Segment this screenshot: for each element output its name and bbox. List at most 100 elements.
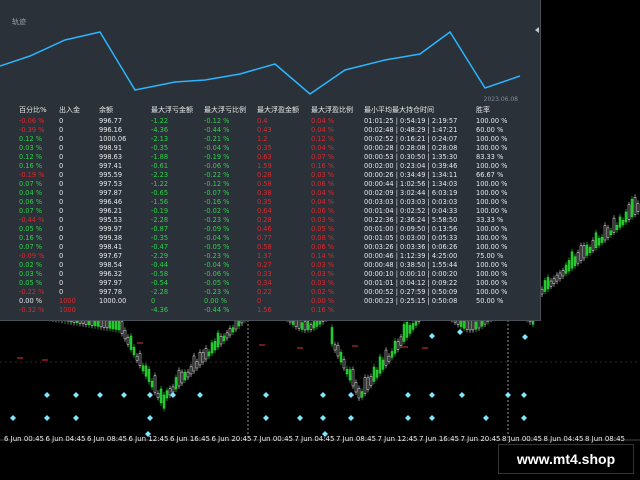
table-row: 0.12 % 0 998.63 -1.88 -0.19 % 0.63 0.07 % 00:00… (0, 153, 540, 162)
signal-diamond-icon (348, 415, 354, 421)
table-row: -0.09 % 0 997.67 -2.29 -0.23 % 1.37 0.14 % 00:0… (0, 252, 540, 261)
table-cell: 00:01:04 | 0:02:52 | 0:04:33 (364, 207, 458, 215)
time-tick-label: 7 Jun 08:45 (336, 435, 377, 443)
candle-body (570, 251, 574, 269)
table-header: 百分比% (19, 106, 47, 114)
table-cell: 01:01:25 | 0:54:19 | 2:19:57 (364, 117, 458, 125)
table-header: 胜率 (476, 106, 490, 114)
candle-body (390, 351, 394, 358)
table-row: 0.06 % 0 996.46 -1.56 -0.16 % 0.35 0.04 % 00:03… (0, 198, 540, 207)
candle-body (138, 353, 142, 366)
collapse-arrow-icon[interactable] (535, 27, 539, 33)
signal-diamond-icon (348, 392, 354, 398)
signal-diamond-icon (73, 415, 79, 421)
table-cell: 1.2 (257, 135, 268, 143)
table-cell: 1.59 (257, 162, 272, 170)
table-cell: 0 (59, 153, 64, 161)
table-cell: 0 (151, 297, 156, 305)
signal-diamond-icon (263, 392, 269, 398)
time-tick-label: 7 Jun 12:45 (377, 435, 418, 443)
table-cell: 00:03:26 | 0:03:36 | 0:06:26 (364, 243, 458, 251)
candle-body (411, 323, 415, 330)
candle-body (378, 356, 382, 374)
candle-body (384, 349, 388, 366)
table-cell: 0.00 % (19, 297, 43, 305)
table-cell: -0.44 (151, 261, 169, 269)
table-row: -0.06 % 0 996.77 -1.22 -0.12 % 0.4 0.04 % 01:01… (0, 117, 540, 126)
table-cell: 0 (59, 243, 64, 251)
table-cell: -0.12 % (204, 117, 230, 125)
candle-body (405, 322, 409, 338)
table-cell: 00:02:09 | 3:02:44 | 6:03:19 (364, 189, 458, 197)
table-cell: 100.00 % (476, 162, 508, 170)
table-cell: -0.05 % (204, 243, 230, 251)
candle-body (354, 382, 358, 393)
candle-body (609, 230, 613, 236)
table-cell: -0.04 % (204, 144, 230, 152)
time-tick-label: 6 Jun 12:45 (128, 435, 169, 443)
time-tick-label: 6 Jun 04:45 (45, 435, 86, 443)
table-cell: 0 (59, 126, 64, 134)
time-tick-label: 6 Jun 16:45 (170, 435, 211, 443)
signal-diamond-icon (405, 392, 411, 398)
candle-body (468, 319, 472, 331)
candle-body (627, 204, 631, 220)
table-cell: 995.53 (99, 216, 123, 224)
signal-diamond-icon (297, 415, 303, 421)
table-cell: 0.04 % (19, 189, 43, 197)
table-cell: 996.46 (99, 198, 123, 206)
time-tick-label: 6 Jun 00:45 (4, 435, 45, 443)
candle-body (132, 346, 136, 356)
candle-body (561, 270, 565, 277)
table-cell: 0.06 % (311, 243, 335, 251)
table-cell: 0.16 % (311, 162, 335, 170)
report-panel[interactable]: 轨迹 2023.06.08 百分比% 出入金 余额 最大浮亏金额 最大浮亏比例 最大浮盈金… (0, 0, 541, 321)
candle-body (192, 355, 196, 372)
table-cell: 0.28 (257, 171, 272, 179)
candle-body (189, 366, 193, 375)
table-cell: 997.53 (99, 180, 123, 188)
table-cell: 0.04 % (311, 117, 335, 125)
table-cell: 0.38 (257, 189, 272, 197)
table-row: 0.12 % 0 1000.06 -2.13 -0.21 % 1.2 0.12 % 00:02… (0, 135, 540, 144)
candle-body (552, 278, 556, 284)
table-cell: 00:02:52 | 0:16:21 | 0:24:07 (364, 135, 458, 143)
time-tick-label: 7 Jun 00:45 (253, 435, 294, 443)
candle-body (144, 365, 148, 377)
candle-body (594, 232, 598, 248)
table-cell: 00:00:26 | 0:34:49 | 1:34:11 (364, 171, 458, 179)
table-cell: -0.35 (151, 144, 169, 152)
table-cell: -2.23 (151, 171, 169, 179)
table-cell: -0.65 (151, 189, 169, 197)
table-row: 0.07 % 0 998.41 -0.47 -0.05 % 0.58 0.06 % 00:03… (0, 243, 540, 252)
table-cell: -0.23 % (204, 216, 230, 224)
table-cell: 0.14 % (311, 252, 335, 260)
table-cell: 00:00:23 | 0:25:15 | 0:50:08 (364, 297, 458, 305)
signal-diamond-icon (429, 415, 435, 421)
table-cell: -0.16 % (204, 198, 230, 206)
candle-body (372, 366, 376, 382)
candle-body (342, 359, 346, 369)
table-cell: 0.06 % (311, 180, 335, 188)
candle-body (225, 332, 229, 339)
table-cell: -0.09 % (204, 225, 230, 233)
table-cell: -0.54 (151, 279, 169, 287)
signal-diamond-icon (44, 392, 50, 398)
table-cell: 1000 (59, 297, 76, 305)
table-cell: 0.35 (257, 144, 272, 152)
table-cell: 0.00 % (311, 297, 335, 305)
table-row: 0.07 % 0 996.21 -0.19 -0.02 % 0.64 0.06 % 00:01… (0, 207, 540, 216)
candle-body (366, 377, 370, 390)
table-cell: 0.46 (257, 225, 272, 233)
table-cell: 0.04 % (311, 189, 335, 197)
signal-diamond-icon (147, 415, 153, 421)
table-cell: 100.00 % (476, 180, 508, 188)
table-row: 0.02 % 0 998.54 -0.44 -0.04 % 0.27 0.03 % 00:00… (0, 261, 540, 270)
candle-body (174, 377, 178, 390)
time-tick-label: 8 Jun 04:45 (543, 435, 584, 443)
table-cell: 00:22:36 | 2:36:24 | 5:58:50 (364, 216, 458, 224)
table-cell: -0.47 (151, 243, 169, 251)
candle-body (375, 369, 379, 378)
table-cell: 0.4 (257, 117, 268, 125)
table-cell: 0.06 % (19, 198, 43, 206)
